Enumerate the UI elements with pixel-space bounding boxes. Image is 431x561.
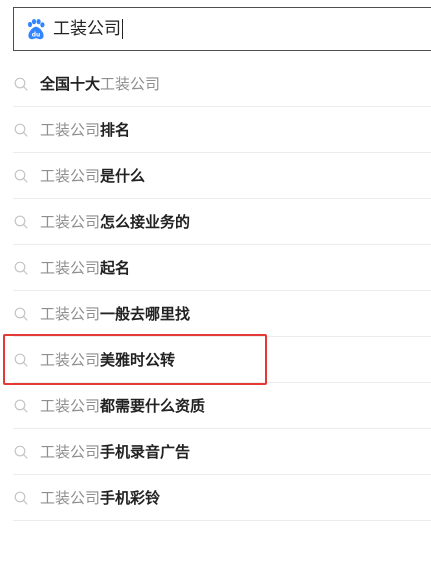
- suggestion-suffix: 美雅时公转: [100, 351, 176, 369]
- suggestion-item[interactable]: 工装公司都需要什么资质: [0, 383, 431, 429]
- search-box[interactable]: du 工装公司: [13, 7, 431, 51]
- baidu-paw-icon: du: [27, 19, 45, 40]
- suggestion-item[interactable]: 工装公司怎么接业务的: [0, 199, 431, 245]
- suggestion-item[interactable]: 工装公司一般去哪里找: [0, 291, 431, 337]
- suggestion-suffix: 手机录音广告: [100, 443, 191, 461]
- suggestion-text[interactable]: 工装公司排名: [40, 120, 130, 140]
- suggestion-query: 工装公司: [40, 121, 101, 139]
- suggestion-text[interactable]: 工装公司都需要什么资质: [40, 396, 205, 416]
- suggestion-suffix: 是什么: [100, 167, 146, 185]
- search-input[interactable]: 工装公司: [53, 17, 123, 41]
- search-icon: [14, 261, 28, 275]
- suggestion-suffix: 排名: [100, 121, 131, 139]
- search-icon: [14, 169, 28, 183]
- suggestion-query: 工装公司: [40, 443, 101, 461]
- suggestion-query: 工装公司: [40, 167, 101, 185]
- search-icon: [14, 445, 28, 459]
- search-icon: [14, 399, 28, 413]
- suggestion-text[interactable]: 工装公司是什么: [40, 166, 145, 186]
- suggestion-text[interactable]: 工装公司一般去哪里找: [40, 304, 190, 324]
- search-icon: [14, 215, 28, 229]
- search-page: du 工装公司 全国十大工装公司 工装公司排名 工装公司是什么 工装公司怎么接业务的工…: [0, 0, 431, 561]
- suggestion-query: 工装公司: [40, 351, 101, 369]
- search-icon: [14, 77, 28, 91]
- suggestion-text[interactable]: 全国十大工装公司: [40, 74, 160, 94]
- suggestion-text[interactable]: 工装公司手机彩铃: [40, 488, 160, 508]
- svg-text:du: du: [32, 32, 41, 39]
- suggestion-suffix: 怎么接业务的: [100, 213, 191, 231]
- search-icon: [14, 123, 28, 137]
- suggestion-item[interactable]: 全国十大工装公司: [0, 61, 431, 107]
- search-icon: [14, 491, 28, 505]
- suggestion-query: 工装公司: [100, 75, 161, 93]
- suggestion-query: 工装公司: [40, 259, 101, 277]
- suggestion-text[interactable]: 工装公司起名: [40, 258, 130, 278]
- suggestion-prefix: 全国十大: [40, 75, 101, 93]
- suggestion-query: 工装公司: [40, 397, 101, 415]
- suggestion-suffix: 一般去哪里找: [100, 305, 191, 323]
- search-input-value[interactable]: 工装公司: [53, 17, 121, 41]
- suggestion-text[interactable]: 工装公司手机录音广告: [40, 442, 190, 462]
- suggestion-item[interactable]: 工装公司美雅时公转: [0, 337, 431, 383]
- suggestion-query: 工装公司: [40, 305, 101, 323]
- suggestion-suffix: 都需要什么资质: [100, 397, 206, 415]
- suggestion-item[interactable]: 工装公司排名: [0, 107, 431, 153]
- suggestion-item[interactable]: 工装公司手机彩铃: [0, 475, 431, 521]
- suggestion-item[interactable]: 工装公司是什么: [0, 153, 431, 199]
- suggestion-list: 全国十大工装公司 工装公司排名 工装公司是什么 工装公司怎么接业务的 工装公司起名 工装公…: [0, 61, 431, 521]
- suggestion-query: 工装公司: [40, 489, 101, 507]
- suggestion-item[interactable]: 工装公司手机录音广告: [0, 429, 431, 475]
- suggestion-suffix: 手机彩铃: [100, 489, 161, 507]
- suggestion-query: 工装公司: [40, 213, 101, 231]
- text-caret: [122, 19, 123, 39]
- search-icon: [14, 307, 28, 321]
- search-icon: [14, 353, 28, 367]
- suggestion-text[interactable]: 工装公司怎么接业务的: [40, 212, 190, 232]
- suggestion-suffix: 起名: [100, 259, 131, 277]
- suggestion-text[interactable]: 工装公司美雅时公转: [40, 350, 175, 370]
- suggestion-item[interactable]: 工装公司起名: [0, 245, 431, 291]
